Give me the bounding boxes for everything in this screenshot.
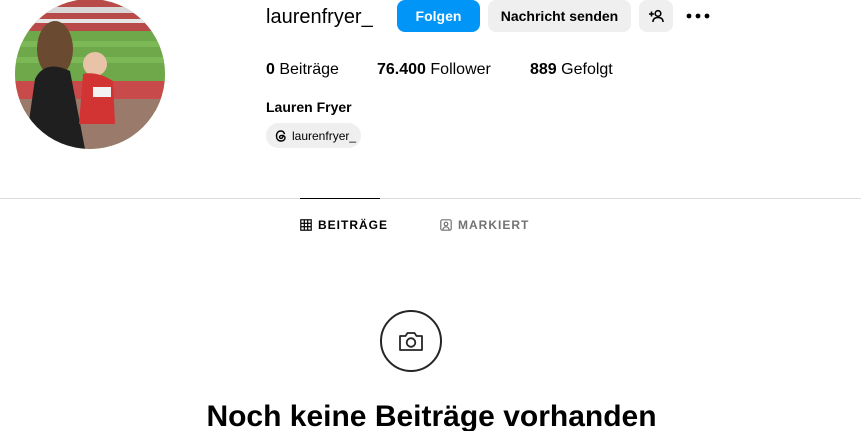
full-name: Lauren Fryer: [266, 99, 352, 115]
camera-icon: [398, 330, 424, 352]
tab-posts[interactable]: BEITRÄGE: [300, 218, 388, 232]
posts-count: 0: [266, 61, 275, 78]
tab-posts-label: BEITRÄGE: [318, 218, 389, 232]
send-message-button[interactable]: Nachricht senden: [488, 0, 631, 32]
more-options-button[interactable]: [684, 4, 712, 28]
following-label: Gefolgt: [561, 61, 613, 78]
empty-state-title: Noch keine Beiträge vorhanden: [206, 400, 657, 431]
followers-label: Follower: [430, 61, 491, 78]
more-options-icon: [686, 13, 710, 19]
threads-link[interactable]: laurenfryer_: [266, 123, 361, 148]
follow-button[interactable]: Folgen: [397, 0, 480, 32]
following-count: 889: [530, 61, 557, 78]
tab-tagged-label: MARKIERT: [458, 218, 530, 232]
tabs-divider: [0, 198, 861, 199]
suggest-users-button[interactable]: [639, 0, 673, 32]
tagged-icon: [440, 219, 452, 231]
profile-avatar[interactable]: [15, 0, 165, 149]
followers-count: 76.400: [377, 61, 426, 78]
following-stat[interactable]: 889 Gefolgt: [530, 61, 613, 79]
threads-icon: [274, 129, 288, 143]
grid-icon: [300, 219, 312, 231]
add-user-icon: [648, 8, 664, 24]
threads-handle: laurenfryer_: [292, 128, 357, 143]
posts-stat: 0 Beiträge: [266, 61, 339, 79]
tab-tagged[interactable]: MARKIERT: [440, 218, 529, 232]
username: laurenfryer_: [266, 6, 373, 28]
posts-label: Beiträge: [279, 61, 339, 78]
followers-stat[interactable]: 76.400 Follower: [377, 61, 491, 79]
active-tab-indicator: [300, 198, 380, 199]
empty-state-icon-circle: [380, 310, 442, 372]
